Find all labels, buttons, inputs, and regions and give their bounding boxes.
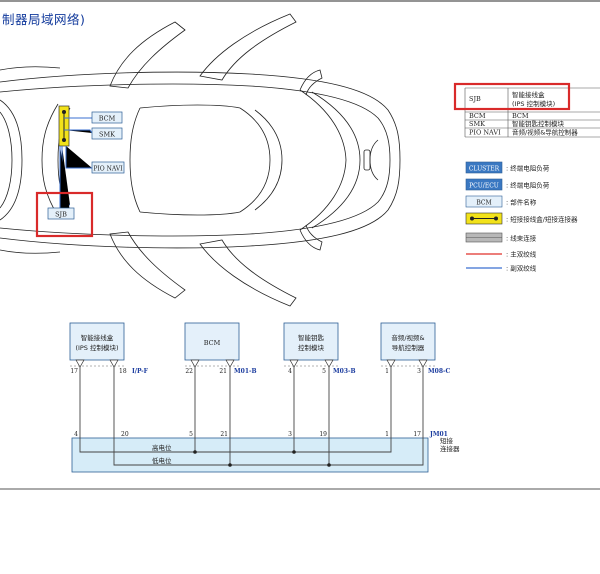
car-can-wiring: BCM SMK PIO NAVI SJB xyxy=(35,105,125,238)
module-smk-line2: 控制模块 xyxy=(298,343,325,352)
module-smk-bot-l: 3 xyxy=(288,431,292,438)
module-pio-pin-l: 1 xyxy=(385,368,389,375)
module-sjb-bot-l: 4 xyxy=(74,431,78,438)
legend-table-name-0a: 智能接线盒 xyxy=(512,90,545,99)
module-bcm-bot-l: 5 xyxy=(189,431,193,438)
module-sjb-bot-r: 20 xyxy=(121,431,129,438)
legend-text-6: : 副双绞线 xyxy=(506,264,537,273)
module-pio-bot-l: 1 xyxy=(385,431,389,438)
legend-table-name-2: 智能钥匙控制模块 xyxy=(512,119,565,128)
legend-table: SJB 智能接线盒 (IPS 控制模块) BCM BCM SMK 智能钥匙控制模… xyxy=(453,82,600,138)
module-sjb-conn: I/P-F xyxy=(132,368,149,375)
legend-text-1: : 终端电阻负荷 xyxy=(506,181,550,190)
car-module-smk-label: SMK xyxy=(99,131,115,139)
legend-text-0: : 终端电阻负荷 xyxy=(506,164,550,173)
car-module-sjb-label: SJB xyxy=(55,211,67,219)
bus-connector-label-2: 连接器 xyxy=(440,444,460,453)
module-bcm-bot-r: 21 xyxy=(220,431,228,438)
diagram-frame: 制器局域网络) BCM SMK PIO NAVI SJB SJB 智能接线盒 (… xyxy=(0,0,600,490)
legend-table-code-3: PIO NAVI xyxy=(469,129,501,137)
legend-swatch-bcm-text: BCM xyxy=(476,199,491,206)
legend-swatch-pcu-text: PCU/ECU xyxy=(469,182,499,189)
bus-connector xyxy=(71,437,429,473)
car-module-pio-label: PIO NAVI xyxy=(93,166,123,173)
module-bcm: BCM 22 21 M01-B 5 21 xyxy=(184,322,257,438)
legend-table-code-2: SMK xyxy=(469,120,485,128)
legend-table-code-1: BCM xyxy=(469,112,486,120)
module-smk: 智能钥匙 控制模块 4 5 M03-B 3 19 xyxy=(283,322,356,438)
module-pio-line2: 导航控制器 xyxy=(392,343,425,352)
module-pio: 音频/视频& 导航控制器 1 3 M08-C 1 17 xyxy=(380,322,450,438)
module-pio-bot-r: 17 xyxy=(413,431,421,438)
module-smk-pin-r: 5 xyxy=(322,368,326,375)
module-smk-bot-r: 19 xyxy=(319,431,327,438)
module-sjb-line1: 智能接线盒 xyxy=(81,333,114,342)
diagram-canvas: BCM SMK PIO NAVI SJB SJB 智能接线盒 (IPS 控制模块… xyxy=(0,0,600,490)
legend-symbols: CLUSTER : 终端电阻负荷 PCU/ECU : 终端电阻负荷 BCM : … xyxy=(465,161,578,273)
legend-swatch-cluster-text: CLUSTER xyxy=(469,165,500,172)
module-schematic: 智能接线盒 (IPS 控制模块) 17 18 I/P-F 4 20 BCM 22… xyxy=(69,322,460,473)
module-smk-line1: 智能钥匙 xyxy=(298,333,325,342)
module-bcm-line1: BCM xyxy=(204,339,221,347)
bus-connector-label-1: 短接 xyxy=(440,436,454,445)
legend-text-3: : 短接接线盒/短接连接器 xyxy=(506,215,578,224)
legend-table-name-3: 音频/视频&导航控制器 xyxy=(512,128,578,137)
legend-table-name-0b: (IPS 控制模块) xyxy=(512,99,555,108)
module-pio-conn: M08-C xyxy=(428,368,450,375)
legend-text-5: : 主双绞线 xyxy=(506,250,537,259)
module-pio-pin-r: 3 xyxy=(417,368,421,375)
module-sjb-line2: (IPS 控制模块) xyxy=(75,343,118,352)
module-bcm-pin-r: 21 xyxy=(219,368,227,375)
car-module-bcm-label: BCM xyxy=(99,115,116,123)
legend-table-code-0: SJB xyxy=(469,95,481,103)
legend-text-2: : 部件名称 xyxy=(506,198,537,207)
diagram-title: 制器局域网络) xyxy=(2,12,86,27)
module-pio-line1: 音频/视频& xyxy=(391,333,424,342)
bus-high-label: 高电位 xyxy=(152,443,172,452)
bus-low-label: 低电位 xyxy=(152,456,172,465)
module-bcm-pin-l: 22 xyxy=(185,368,193,375)
legend-table-name-1: BCM xyxy=(512,112,529,120)
module-sjb-pin-l: 17 xyxy=(70,368,78,375)
legend-text-4: : 线束连接 xyxy=(506,234,537,243)
module-bcm-conn: M01-B xyxy=(234,368,257,375)
module-smk-conn: M03-B xyxy=(333,368,356,375)
module-sjb-pin-r: 18 xyxy=(119,368,127,375)
module-smk-pin-l: 4 xyxy=(288,368,292,375)
module-sjb: 智能接线盒 (IPS 控制模块) 17 18 I/P-F 4 20 xyxy=(69,322,149,438)
